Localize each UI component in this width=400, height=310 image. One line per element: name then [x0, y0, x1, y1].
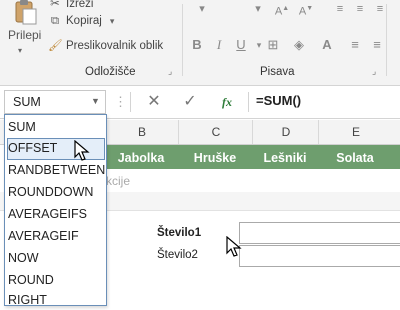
font-color-icon[interactable]: A — [318, 36, 336, 54]
name-box-value: SUM — [13, 95, 41, 109]
underline-icon[interactable]: U — [232, 36, 250, 54]
formula-bar-divider — [248, 92, 249, 112]
cell-jabolka[interactable]: Jabolka — [104, 145, 178, 169]
format-painter-button[interactable]: 🖌 Preslikovalnik oblik — [48, 38, 163, 54]
resize-handle-icon[interactable]: ⋮ — [114, 94, 127, 110]
grow-font-icon[interactable]: A▲ — [272, 0, 292, 18]
font-group-label: Pisava — [260, 66, 295, 78]
clipboard-group-label: Odložišče — [85, 66, 136, 78]
paste-icon — [15, 0, 37, 25]
chevron-down-icon[interactable]: ▾ — [18, 46, 22, 55]
copy-button[interactable]: ⧉ Kopiraj ▾ — [48, 15, 114, 31]
paste-button[interactable] — [0, 0, 50, 52]
column-header-e[interactable]: E — [318, 120, 393, 144]
fill-color-icon[interactable]: ◈ — [290, 36, 308, 54]
align-top-icon[interactable]: ≡ — [330, 0, 350, 18]
borders-icon[interactable]: ⊞ — [264, 36, 282, 54]
shrink-font-icon[interactable]: A▼ — [296, 0, 316, 18]
function-item-right[interactable]: RIGHT — [8, 290, 47, 310]
ribbon-divider — [386, 4, 387, 76]
align-middle-icon[interactable]: ≡ — [350, 0, 370, 18]
argument-input-2[interactable] — [239, 245, 400, 267]
dialog-launcher-icon[interactable]: ⌟ — [372, 66, 376, 77]
checkmark-icon[interactable]: ✓ — [180, 92, 200, 112]
italic-icon[interactable]: I — [210, 36, 228, 54]
function-item-round[interactable]: ROUND — [8, 270, 54, 290]
cut-button[interactable]: ✂ Izreži — [48, 0, 93, 12]
copy-icon: ⧉ — [50, 15, 60, 27]
cut-label: Izreži — [66, 0, 94, 10]
dialog-launcher-icon[interactable]: ⌟ — [168, 66, 172, 77]
function-item-sum[interactable]: SUM — [8, 117, 36, 137]
function-item-offset[interactable]: OFFSET — [8, 138, 57, 158]
ribbon-divider — [182, 4, 183, 76]
align-bottom-icon[interactable]: ≡ — [370, 0, 390, 18]
font-name-dropdown[interactable]: ▾ — [192, 0, 212, 18]
font-size-dropdown[interactable]: ▾ — [248, 0, 268, 18]
formula-bar-divider — [130, 92, 131, 112]
insert-function-button[interactable]: fx — [216, 92, 238, 112]
function-item-randbetween[interactable]: RANDBETWEEN — [8, 160, 105, 180]
mouse-pointer-icon — [74, 140, 90, 161]
paste-label: Prilepi — [8, 28, 42, 42]
column-header-b[interactable]: B — [104, 120, 179, 144]
function-item-averageifs[interactable]: AVERAGEIFS — [8, 204, 87, 224]
formula-input[interactable]: =SUM() — [256, 93, 301, 108]
function-hint-text: kcije — [106, 174, 131, 188]
argument-label-1: Število1 — [157, 227, 202, 239]
format-painter-label: Preslikovalnik oblik — [66, 40, 164, 52]
cell-solata[interactable]: Solata — [318, 145, 392, 169]
argument-label-2: Število2 — [157, 249, 198, 261]
cell-hruske[interactable]: Hruške — [178, 145, 252, 169]
column-header-c[interactable]: C — [178, 120, 253, 144]
brush-icon: 🖌 — [48, 40, 63, 52]
name-box[interactable]: SUM ▼ — [4, 90, 106, 114]
chevron-down-icon[interactable]: ▼ — [91, 96, 100, 106]
mouse-pointer-icon — [226, 236, 242, 257]
function-item-now[interactable]: NOW — [8, 248, 39, 268]
align-center-icon[interactable]: ≡ — [368, 36, 386, 54]
column-header-d[interactable]: D — [252, 120, 319, 144]
scissors-icon: ✂ — [50, 0, 60, 10]
copy-label: Kopiraj — [66, 15, 102, 27]
chevron-down-icon[interactable]: ▾ — [110, 16, 115, 26]
bold-icon[interactable]: B — [188, 36, 206, 54]
align-left-icon[interactable]: ≡ — [346, 36, 364, 54]
function-item-rounddown[interactable]: ROUNDDOWN — [8, 182, 93, 202]
cell-lesniki[interactable]: Lešniki — [252, 145, 318, 169]
cancel-icon[interactable]: ✕ — [144, 92, 164, 112]
argument-input-1[interactable] — [239, 222, 400, 244]
function-item-averageif[interactable]: AVERAGEIF — [8, 226, 79, 246]
